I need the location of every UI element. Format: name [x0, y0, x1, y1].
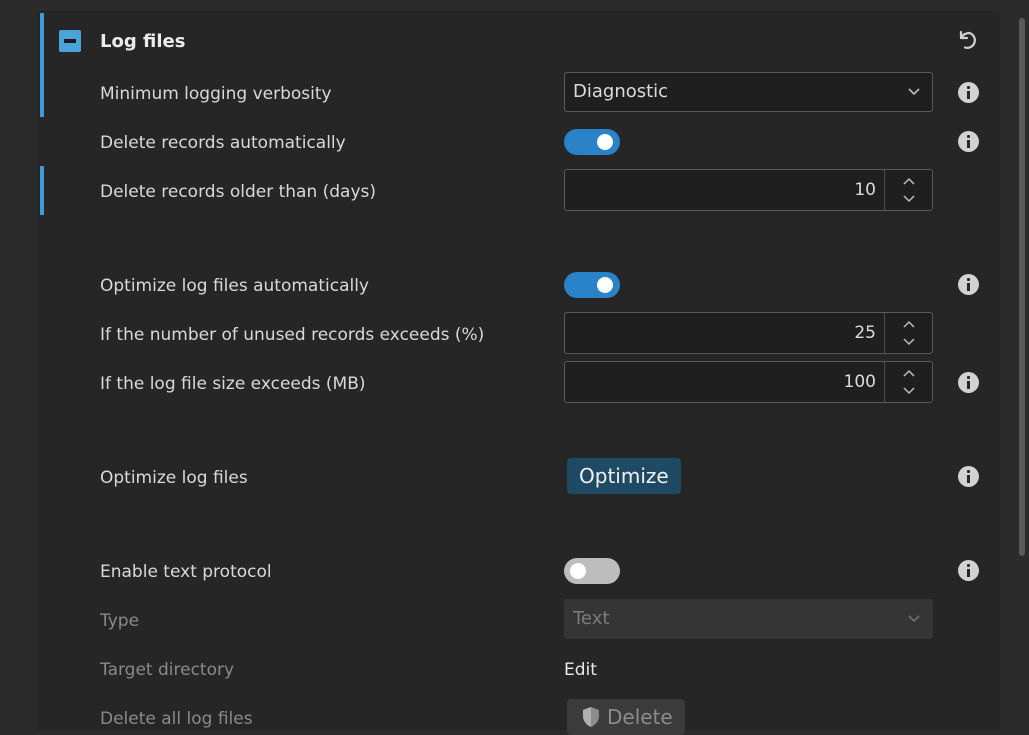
info-icon[interactable]: [958, 82, 979, 103]
delete-button-label: Delete: [607, 705, 673, 729]
type-value: Text: [573, 608, 610, 629]
chevron-down-icon: [908, 615, 920, 623]
delete-older-value: 10: [854, 180, 876, 200]
toggle-knob: [570, 563, 586, 579]
modified-indicator: [40, 13, 44, 117]
optimize-auto-toggle[interactable]: [564, 272, 620, 298]
delete-auto-toggle[interactable]: [564, 129, 620, 155]
toggle-knob: [597, 277, 613, 293]
target-directory-label: Target directory: [100, 660, 235, 680]
delete-older-label: Delete records older than (days): [100, 182, 377, 202]
chevron-down-icon: [908, 88, 920, 96]
chevron-down-icon[interactable]: [902, 337, 916, 347]
edit-link[interactable]: Edit: [564, 660, 597, 680]
text-protocol-label: Enable text protocol: [100, 562, 272, 582]
info-icon[interactable]: [958, 274, 979, 295]
info-icon[interactable]: [958, 372, 979, 393]
chevron-up-icon[interactable]: [902, 319, 916, 329]
text-protocol-toggle[interactable]: [564, 558, 620, 584]
size-exceeds-stepper[interactable]: 100: [564, 361, 933, 403]
collapse-section-button[interactable]: [59, 30, 81, 52]
shield-icon: [583, 707, 599, 727]
delete-auto-label: Delete records automatically: [100, 133, 346, 153]
divider: [884, 313, 885, 353]
unused-exceeds-value: 25: [854, 323, 876, 343]
type-select: Text: [564, 599, 933, 639]
info-icon[interactable]: [958, 466, 979, 487]
chevron-up-icon[interactable]: [902, 176, 916, 186]
unused-exceeds-stepper[interactable]: 25: [564, 312, 933, 354]
info-icon[interactable]: [958, 131, 979, 152]
delete-all-label: Delete all log files: [100, 709, 253, 729]
toggle-knob: [597, 134, 613, 150]
optimize-auto-label: Optimize log files automatically: [100, 276, 369, 296]
modified-indicator: [40, 166, 44, 215]
unused-exceeds-label: If the number of unused records exceeds …: [100, 325, 485, 345]
section-title: Log files: [100, 31, 186, 52]
info-icon[interactable]: [958, 560, 979, 581]
optimize-button[interactable]: Optimize: [567, 458, 681, 494]
chevron-down-icon[interactable]: [902, 386, 916, 396]
chevron-up-icon[interactable]: [902, 368, 916, 378]
divider: [884, 362, 885, 402]
min-verbosity-label: Minimum logging verbosity: [100, 84, 332, 104]
size-exceeds-value: 100: [843, 372, 876, 392]
scrollbar[interactable]: [1019, 18, 1025, 556]
divider: [884, 170, 885, 210]
chevron-down-icon[interactable]: [902, 194, 916, 204]
min-verbosity-select[interactable]: Diagnostic: [564, 72, 933, 112]
delete-older-stepper[interactable]: 10: [564, 169, 933, 211]
min-verbosity-value: Diagnostic: [573, 81, 669, 102]
undo-icon[interactable]: [956, 28, 980, 52]
size-exceeds-label: If the log file size exceeds (MB): [100, 374, 366, 394]
optimize-files-label: Optimize log files: [100, 468, 248, 488]
type-label: Type: [100, 611, 140, 631]
